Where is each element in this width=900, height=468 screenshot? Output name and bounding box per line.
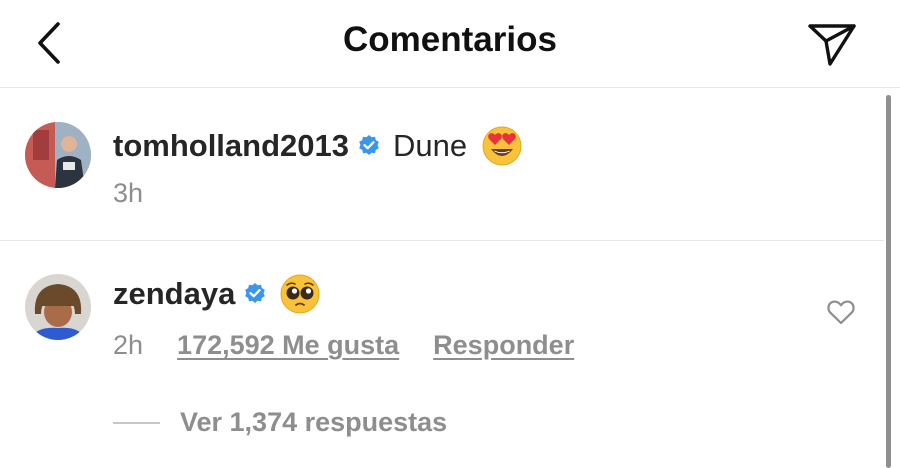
avatar-image bbox=[25, 274, 91, 340]
username-tomholland2013[interactable]: tomholland2013 bbox=[113, 128, 349, 164]
comment-timestamp: 2h bbox=[113, 330, 144, 360]
verified-badge-icon bbox=[245, 283, 266, 303]
caption-line: tomholland2013 Dune bbox=[113, 123, 523, 169]
view-replies-button[interactable]: Ver 1,374 respuestas bbox=[113, 407, 447, 438]
post-caption: tomholland2013 Dune 3h bbox=[0, 89, 884, 241]
pleading-face-emoji-icon bbox=[280, 274, 320, 314]
caption-timestamp: 3h bbox=[113, 178, 144, 208]
avatar-image bbox=[25, 122, 91, 188]
reply-button[interactable]: Responder bbox=[433, 330, 574, 361]
username-zendaya[interactable]: zendaya bbox=[113, 276, 235, 312]
replies-divider bbox=[113, 421, 160, 424]
likes-count-link[interactable]: 172,592 Me gusta bbox=[177, 330, 399, 361]
verified-badge-icon bbox=[359, 135, 379, 155]
header-bar: Comentarios bbox=[0, 0, 900, 88]
heart-eyes-emoji-icon bbox=[482, 126, 522, 166]
heart-outline-icon bbox=[827, 300, 855, 325]
comment-meta: 2h 172,592 Me gusta Responder bbox=[113, 330, 574, 361]
avatar-zendaya[interactable] bbox=[25, 274, 91, 340]
caption-text: Dune bbox=[393, 128, 468, 163]
like-button[interactable] bbox=[826, 298, 856, 326]
page-title: Comentarios bbox=[343, 20, 557, 59]
view-replies-label: Ver 1,374 respuestas bbox=[180, 407, 448, 437]
comment-line: zendaya bbox=[113, 272, 321, 316]
share-button[interactable] bbox=[806, 20, 858, 68]
paper-plane-icon bbox=[808, 24, 856, 66]
avatar-tomholland2013[interactable] bbox=[25, 122, 91, 188]
scrollbar[interactable] bbox=[886, 95, 891, 468]
